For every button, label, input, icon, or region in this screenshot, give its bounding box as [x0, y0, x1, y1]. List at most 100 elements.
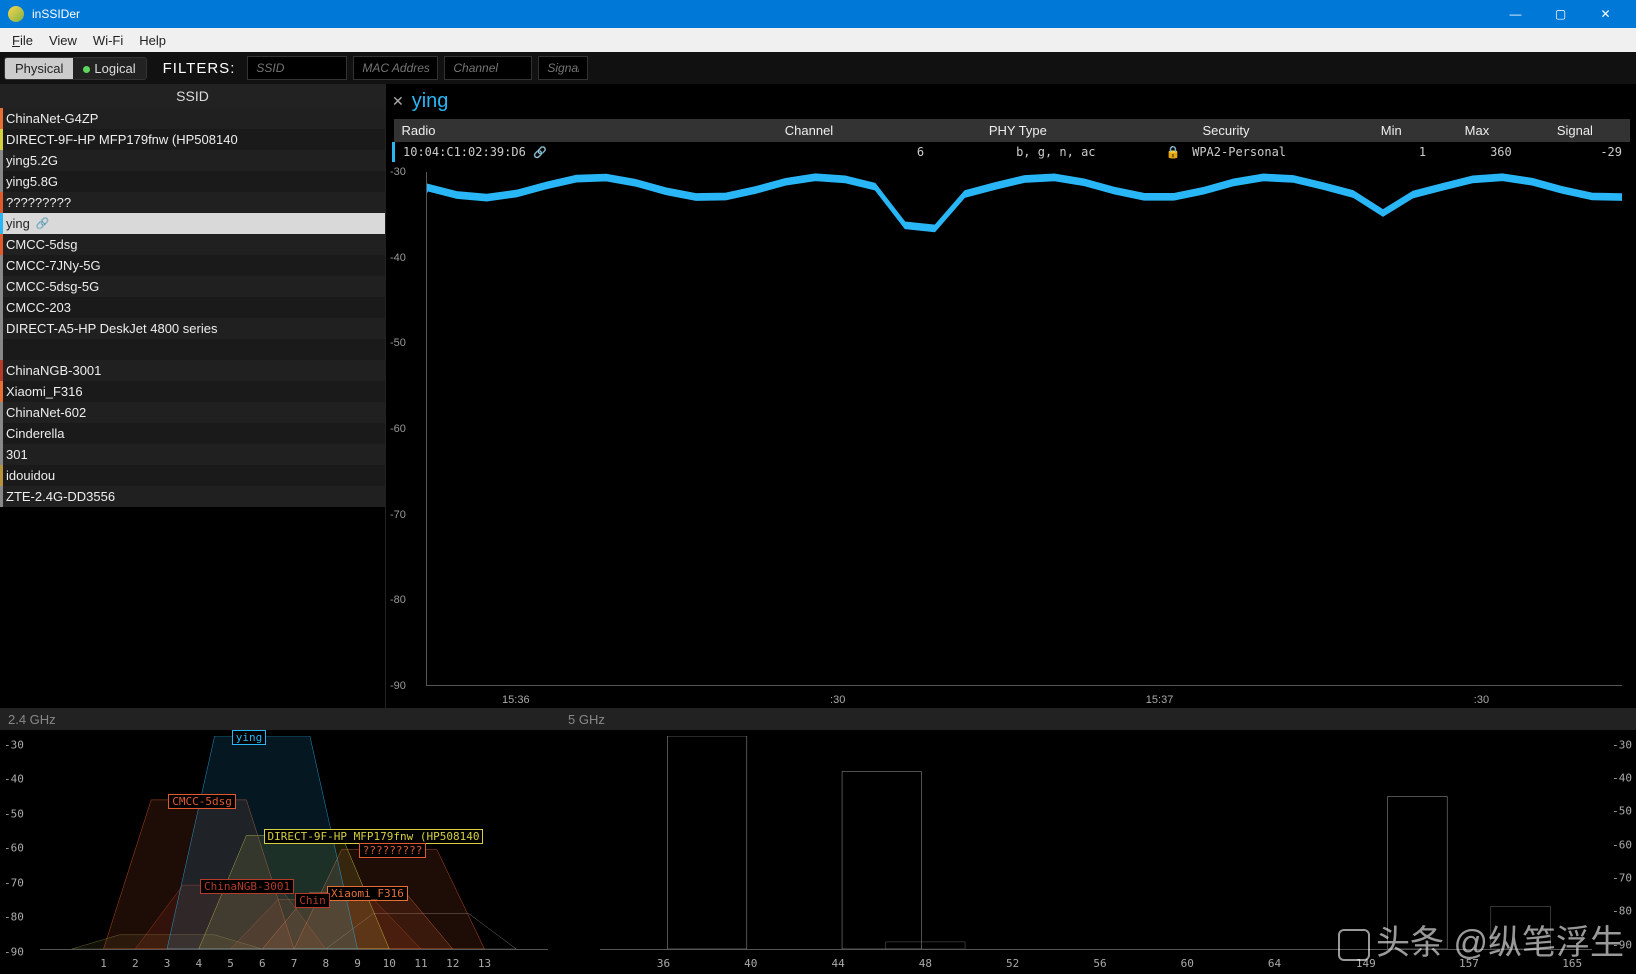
y-tick-label: -80: [4, 911, 24, 924]
x-tick-label: 7: [291, 957, 298, 970]
ssid-row[interactable]: [0, 339, 385, 360]
x-tick-label: :30: [830, 694, 845, 706]
minimize-button[interactable]: —: [1493, 0, 1538, 28]
ssid-name: DIRECT-9F-HP MFP179fnw (HP508140: [6, 132, 238, 147]
ssid-name: 301: [6, 447, 28, 462]
x-tick-label: 2: [132, 957, 139, 970]
col-radio[interactable]: Radio: [394, 119, 688, 142]
mode-physical[interactable]: Physical: [5, 58, 73, 79]
ssid-row[interactable]: DIRECT-9F-HP MFP179fnw (HP508140: [0, 129, 385, 150]
y-tick-label: -70: [1612, 872, 1632, 885]
y-tick-label: -30: [4, 738, 24, 751]
ssid-row[interactable]: ChinaNet-G4ZP: [0, 108, 385, 129]
ssid-row[interactable]: ZTE-2.4G-DD3556: [0, 486, 385, 507]
x-tick-label: :30: [1474, 694, 1489, 706]
filter-channel-input[interactable]: [444, 56, 532, 80]
col-security[interactable]: Security: [1104, 119, 1349, 142]
ssid-name: CMCC-203: [6, 300, 71, 315]
titlebar: inSSIDer — ▢ ✕: [0, 0, 1636, 28]
menu-file[interactable]: File: [4, 31, 41, 50]
ssid-row[interactable]: CMCC-5dsg-5G: [0, 276, 385, 297]
spectrum-24-title: 2.4 GHz: [0, 709, 560, 730]
col-phy[interactable]: PHY Type: [932, 119, 1103, 142]
y-tick-label: -50: [4, 807, 24, 820]
ssid-name: ying: [6, 216, 30, 231]
y-tick-label: -80: [1612, 905, 1632, 918]
y-tick-label: -90: [4, 946, 24, 959]
cell-radio: 10:04:C1:02:39:D6 🔗: [394, 142, 688, 162]
detail-panel: ✕ ying Radio Channel PHY Type Security M…: [386, 84, 1636, 708]
y-tick-label: -40: [1612, 771, 1632, 784]
maximize-button[interactable]: ▢: [1538, 0, 1583, 28]
ssid-row[interactable]: DIRECT-A5-HP DeskJet 4800 series: [0, 318, 385, 339]
ssid-row[interactable]: CMCC-5dsg: [0, 234, 385, 255]
col-min[interactable]: Min: [1348, 119, 1434, 142]
ssid-row[interactable]: Cinderella: [0, 423, 385, 444]
y-tick-label: -50: [1612, 805, 1632, 818]
ssid-column-header[interactable]: SSID: [0, 84, 385, 108]
x-tick-label: 40: [744, 957, 757, 970]
menubar: File View Wi-Fi Help: [0, 28, 1636, 52]
x-tick-label: 60: [1181, 957, 1194, 970]
ssid-name: CMCC-5dsg-5G: [6, 279, 99, 294]
x-tick-label: 48: [919, 957, 932, 970]
ssid-row[interactable]: CMCC-7JNy-5G: [0, 255, 385, 276]
network-label: ying: [232, 730, 267, 745]
radio-row[interactable]: 10:04:C1:02:39:D6 🔗 6 b, g, n, ac 🔒 WPA2…: [394, 142, 1631, 162]
x-tick-label: 4: [195, 957, 202, 970]
y-tick-label: -60: [1612, 838, 1632, 851]
network-label: DIRECT-9F-HP MFP179fnw (HP508140: [264, 829, 484, 844]
col-max[interactable]: Max: [1434, 119, 1520, 142]
y-tick-label: -70: [390, 509, 406, 521]
y-tick-label: -70: [4, 876, 24, 889]
ssid-row[interactable]: 301: [0, 444, 385, 465]
spectrum-5-title: 5 GHz: [560, 709, 1636, 730]
ssid-row[interactable]: Xiaomi_F316: [0, 381, 385, 402]
network-label: ChinaNGB-3001: [200, 879, 294, 894]
ssid-row[interactable]: idouidou: [0, 465, 385, 486]
network-label: CMCC-5dsg: [168, 794, 236, 809]
ssid-row[interactable]: ying 🔗: [0, 213, 385, 234]
x-tick-label: 52: [1006, 957, 1019, 970]
col-signal[interactable]: Signal: [1520, 119, 1630, 142]
lock-icon: 🔒: [1166, 145, 1181, 159]
menu-view[interactable]: View: [41, 31, 85, 50]
menu-help[interactable]: Help: [131, 31, 174, 50]
x-tick-label: 44: [831, 957, 844, 970]
filter-signal-input[interactable]: [538, 56, 588, 80]
x-tick-label: 6: [259, 957, 266, 970]
ssid-row[interactable]: CMCC-203: [0, 297, 385, 318]
mode-logical[interactable]: Logical: [73, 58, 145, 79]
close-button[interactable]: ✕: [1583, 0, 1628, 28]
x-tick-label: 36: [657, 957, 670, 970]
close-detail-button[interactable]: ✕: [392, 93, 404, 110]
cell-channel: 6: [687, 142, 932, 162]
x-tick-label: 8: [322, 957, 329, 970]
selected-ssid-title: ying: [412, 90, 449, 113]
ssid-row[interactable]: ?????????: [0, 192, 385, 213]
col-channel[interactable]: Channel: [687, 119, 932, 142]
ssid-row[interactable]: ChinaNGB-3001: [0, 360, 385, 381]
spectrum-5ghz-panel: 5 GHz -30-40-50-60-70-80-903640444852566…: [560, 709, 1636, 974]
ssid-panel: SSID ChinaNet-G4ZP DIRECT-9F-HP MFP179fnw…: [0, 84, 385, 708]
ssid-row[interactable]: ying5.2G: [0, 150, 385, 171]
ssid-row[interactable]: ying5.8G: [0, 171, 385, 192]
y-tick-label: -60: [390, 423, 406, 435]
menu-wifi[interactable]: Wi-Fi: [85, 31, 131, 50]
ssid-row[interactable]: ChinaNet-602: [0, 402, 385, 423]
spectrum-24ghz-panel: 2.4 GHz ying CMCC-5dsg DIRECT-9F-HP MFP179…: [0, 709, 560, 974]
cell-signal: -29: [1520, 142, 1630, 162]
cell-phy: b, g, n, ac: [932, 142, 1103, 162]
ssid-list[interactable]: ChinaNet-G4ZP DIRECT-9F-HP MFP179fnw (HP5…: [0, 108, 385, 708]
y-tick-label: -40: [390, 252, 406, 264]
filter-mac-input[interactable]: [353, 56, 438, 80]
filter-bar: Physical Logical FILTERS:: [0, 52, 1636, 84]
link-icon: 🔗: [36, 217, 50, 230]
y-tick-label: -50: [390, 337, 406, 349]
filter-ssid-input[interactable]: [247, 56, 347, 80]
app-icon: [8, 6, 24, 22]
x-tick-label: 15:37: [1146, 694, 1174, 706]
ssid-name: ChinaNet-602: [6, 405, 86, 420]
x-tick-label: 12: [446, 957, 459, 970]
ssid-name: Cinderella: [6, 426, 65, 441]
